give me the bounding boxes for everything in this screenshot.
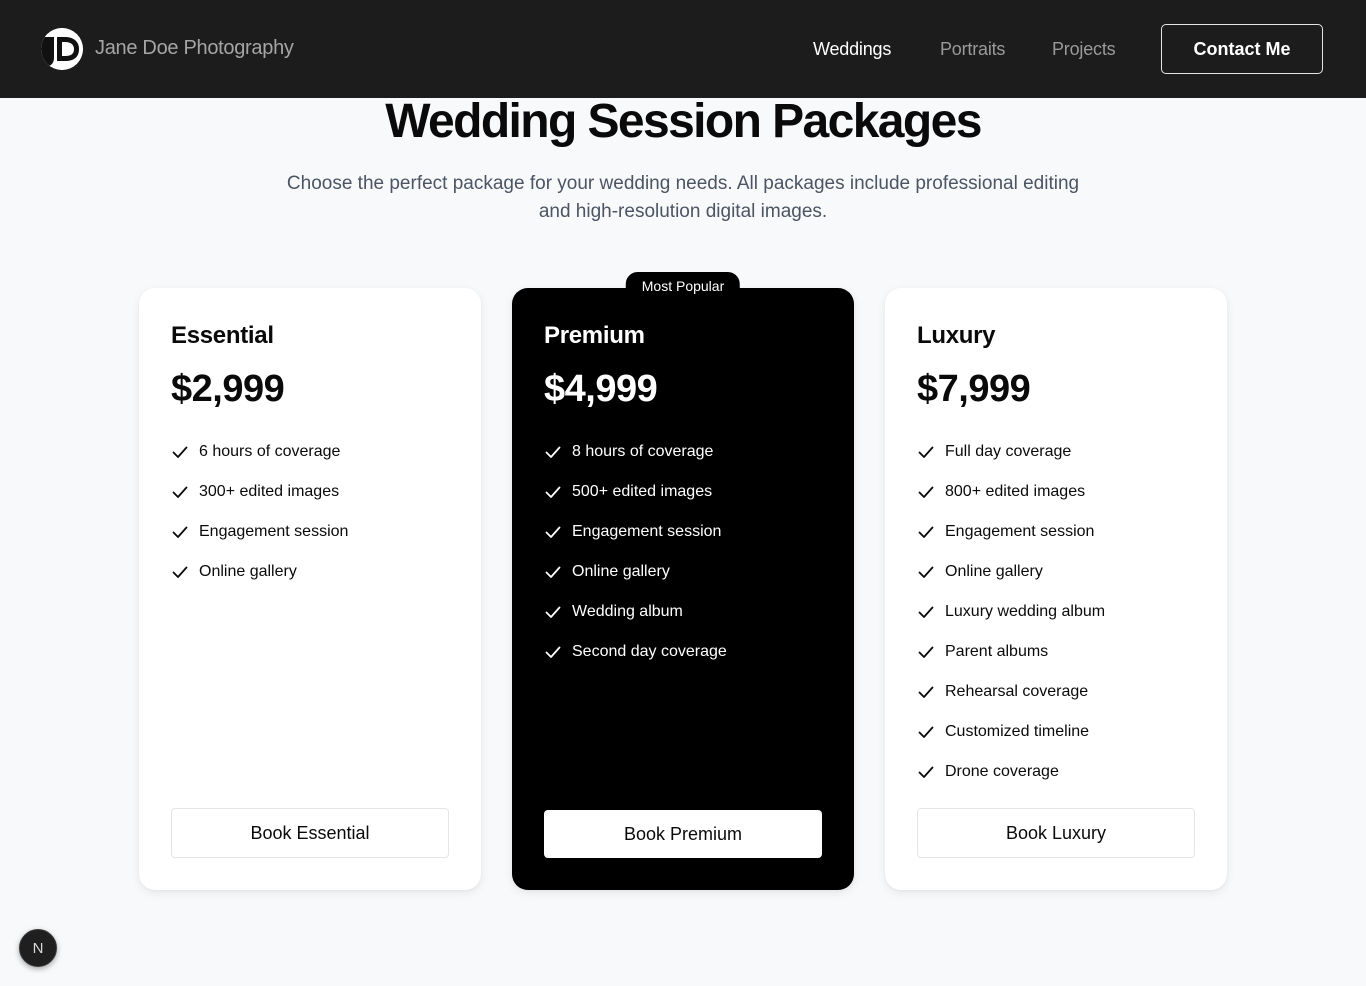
feature-label: Second day coverage — [572, 643, 727, 660]
feature-label: Online gallery — [945, 563, 1043, 580]
feature-label: Drone coverage — [945, 763, 1059, 780]
feature-label: Engagement session — [945, 523, 1095, 540]
feature-item: Engagement session — [544, 512, 727, 552]
feature-item: Rehearsal coverage — [917, 672, 1105, 712]
package-price: $2,999 — [171, 368, 285, 410]
nextjs-icon[interactable]: N — [19, 929, 57, 967]
check-icon — [918, 566, 934, 578]
feature-item: Customized timeline — [917, 712, 1105, 752]
page-subtitle: Choose the perfect package for your wedd… — [286, 173, 1080, 222]
page-title: Wedding Session Packages — [385, 95, 982, 148]
feature-label: Parent albums — [945, 643, 1049, 660]
feature-label: 500+ edited images — [572, 483, 713, 500]
feature-list: 8 hours of coverage 500+ edited images Eng… — [544, 432, 727, 672]
nav-projects[interactable]: Projects — [1052, 39, 1116, 60]
feature-list: 6 hours of coverage 300+ edited images Eng… — [171, 432, 348, 592]
check-icon — [918, 526, 934, 538]
check-icon — [918, 726, 934, 738]
site-header: Jane Doe Photography Weddings Portraits … — [0, 0, 1366, 98]
feature-label: Online gallery — [572, 563, 670, 580]
feature-label: Engagement session — [572, 523, 722, 540]
feature-item: Second day coverage — [544, 632, 727, 672]
check-icon — [545, 446, 561, 458]
feature-item: 800+ edited images — [917, 472, 1105, 512]
check-icon — [172, 526, 188, 538]
feature-label: Wedding album — [572, 603, 683, 620]
check-icon — [172, 486, 188, 498]
feature-item: Luxury wedding album — [917, 592, 1105, 632]
package-price: $4,999 — [544, 368, 658, 410]
feature-item: Full day coverage — [917, 432, 1105, 472]
check-icon — [172, 446, 188, 458]
feature-item: 500+ edited images — [544, 472, 727, 512]
package-name: Luxury — [917, 322, 996, 349]
check-icon — [545, 606, 561, 618]
feature-item: 8 hours of coverage — [544, 432, 727, 472]
jd-monogram-icon[interactable] — [41, 28, 83, 70]
book-essential-button[interactable]: Book Essential — [171, 808, 449, 858]
feature-item: 300+ edited images — [171, 472, 348, 512]
feature-item: Engagement session — [917, 512, 1105, 552]
nav-portraits[interactable]: Portraits — [940, 39, 1005, 60]
nav-weddings[interactable]: Weddings — [813, 39, 891, 60]
package-name: Essential — [171, 322, 274, 349]
package-card-luxury: Luxury $7,999 Full day coverage 800+ edit… — [885, 288, 1227, 890]
most-popular-badge: Most Popular — [625, 272, 741, 300]
check-icon — [918, 646, 934, 658]
check-icon — [545, 486, 561, 498]
book-luxury-button[interactable]: Book Luxury — [917, 808, 1195, 858]
check-icon — [172, 566, 188, 578]
feature-label: 8 hours of coverage — [572, 443, 714, 460]
brand-name[interactable]: Jane Doe Photography — [95, 37, 294, 60]
feature-label: Luxury wedding album — [945, 603, 1106, 620]
feature-item: Online gallery — [917, 552, 1105, 592]
feature-label: Engagement session — [199, 523, 349, 540]
check-icon — [918, 686, 934, 698]
feature-item: Parent albums — [917, 632, 1105, 672]
check-icon — [918, 446, 934, 458]
feature-item: Engagement session — [171, 512, 348, 552]
package-card-essential: Essential $2,999 6 hours of coverage 300+… — [139, 288, 481, 890]
feature-item: Wedding album — [544, 592, 727, 632]
check-icon — [545, 566, 561, 578]
feature-label: Customized timeline — [945, 723, 1090, 740]
check-icon — [918, 606, 934, 618]
feature-item: Drone coverage — [917, 752, 1105, 792]
contact-button[interactable]: Contact Me — [1161, 24, 1323, 74]
feature-label: Full day coverage — [945, 443, 1072, 460]
book-premium-button[interactable]: Book Premium — [544, 810, 822, 858]
feature-label: 6 hours of coverage — [199, 443, 341, 460]
feature-label: Online gallery — [199, 563, 297, 580]
feature-item: 6 hours of coverage — [171, 432, 348, 472]
check-icon — [545, 646, 561, 658]
package-name: Premium — [544, 322, 645, 349]
check-icon — [918, 766, 934, 778]
check-icon — [545, 526, 561, 538]
feature-label: 800+ edited images — [945, 483, 1086, 500]
feature-label: Rehearsal coverage — [945, 683, 1089, 700]
check-icon — [918, 486, 934, 498]
feature-item: Online gallery — [544, 552, 727, 592]
feature-label: 300+ edited images — [199, 483, 340, 500]
package-card-premium: Most Popular Premium $4,999 8 hours of c… — [512, 272, 854, 890]
package-price: $7,999 — [917, 368, 1031, 410]
feature-list: Full day coverage 800+ edited images Engag… — [917, 432, 1105, 792]
feature-item: Online gallery — [171, 552, 348, 592]
